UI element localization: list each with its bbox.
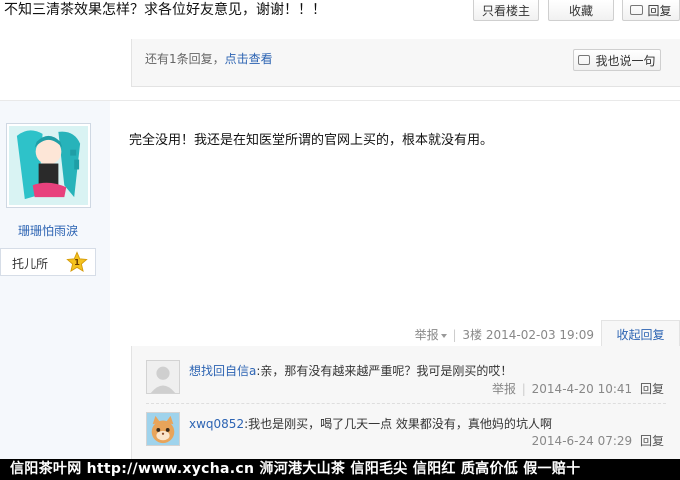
comment-avatar[interactable] xyxy=(146,360,180,394)
say-something-label: 我也说一句 xyxy=(595,53,656,68)
view-more-replies-link[interactable]: 点击查看 xyxy=(225,52,273,66)
post-time: 2014-02-03 19:09 xyxy=(485,328,594,342)
thread-title: 不知三清茶效果怎样？求各位好友意见，谢谢！！！ xyxy=(4,2,326,18)
comment-user-link[interactable]: xwq0852 xyxy=(189,417,244,431)
level-number: 1 xyxy=(74,257,80,267)
collapse-replies-button[interactable]: 收起回复 xyxy=(601,320,680,347)
say-something-button[interactable]: 我也说一句 xyxy=(573,49,661,71)
only-op-button[interactable]: 只看楼主 xyxy=(473,0,539,21)
level-star-icon: 1 xyxy=(66,251,88,273)
comment-user-link[interactable]: 想找回自信a xyxy=(189,364,256,378)
watermark-banner: 信阳茶叶网 http://www.xycha.cn 浉河港大山茶 信阳毛尖 信阳… xyxy=(0,459,680,480)
reply-button[interactable]: 回复 xyxy=(622,0,680,21)
comment-text: 想找回自信a:亲，那有没有越来越严重呢？我可是刚买的哎！ xyxy=(189,362,512,379)
comment-divider xyxy=(146,403,666,404)
floor-number: 3楼 xyxy=(462,328,483,342)
comment-reply-link[interactable]: 回复 xyxy=(640,434,664,448)
comment-report-link[interactable]: 举报 xyxy=(492,382,516,396)
badge-label: 托儿所 xyxy=(12,257,49,271)
comment-time: 2014-6-24 07:29 xyxy=(531,434,633,448)
comment-time: 2014-4-20 10:41 xyxy=(531,382,633,396)
post-tail: 举报 | 3楼 2014-02-03 19:09 xyxy=(414,328,594,342)
cat-avatar-icon xyxy=(147,413,179,445)
more-replies-prefix: 还有1条回复， xyxy=(145,52,225,66)
comment-text: xwq0852:我也是刚买，喝了几天一点 效果都没有，真他妈的坑人啊 xyxy=(189,415,552,432)
comment-tail: 2014-6-24 07:29 回复 xyxy=(532,432,664,449)
comment-tail: 举报 | 2014-4-20 10:41 回复 xyxy=(491,382,664,396)
post-content: 完全没用！我还是在知医堂所谓的官网上买的，根本就没有用。 xyxy=(129,133,494,148)
comment-body: :我也是刚买，喝了几天一点 效果都没有，真他妈的坑人啊 xyxy=(244,417,552,431)
author-name[interactable]: 珊珊怕雨淚 xyxy=(0,222,96,239)
speech-bubble-icon xyxy=(630,5,644,15)
comment-avatar[interactable] xyxy=(146,412,180,446)
default-user-icon xyxy=(147,361,179,393)
comment-body: :亲，那有没有越来越严重呢？我可是刚买的哎！ xyxy=(256,364,513,378)
comment-reply-link[interactable]: 回复 xyxy=(640,382,664,396)
speech-bubble-icon xyxy=(578,55,591,65)
report-link[interactable]: 举报 xyxy=(415,328,439,342)
collect-button[interactable]: 收藏 xyxy=(548,0,614,21)
avatar[interactable] xyxy=(6,123,91,208)
caret-down-icon[interactable] xyxy=(440,333,447,338)
more-replies-text: 还有1条回复，点击查看 xyxy=(145,50,273,67)
reply-button-label: 回复 xyxy=(647,3,672,18)
anime-avatar-icon xyxy=(9,126,88,205)
